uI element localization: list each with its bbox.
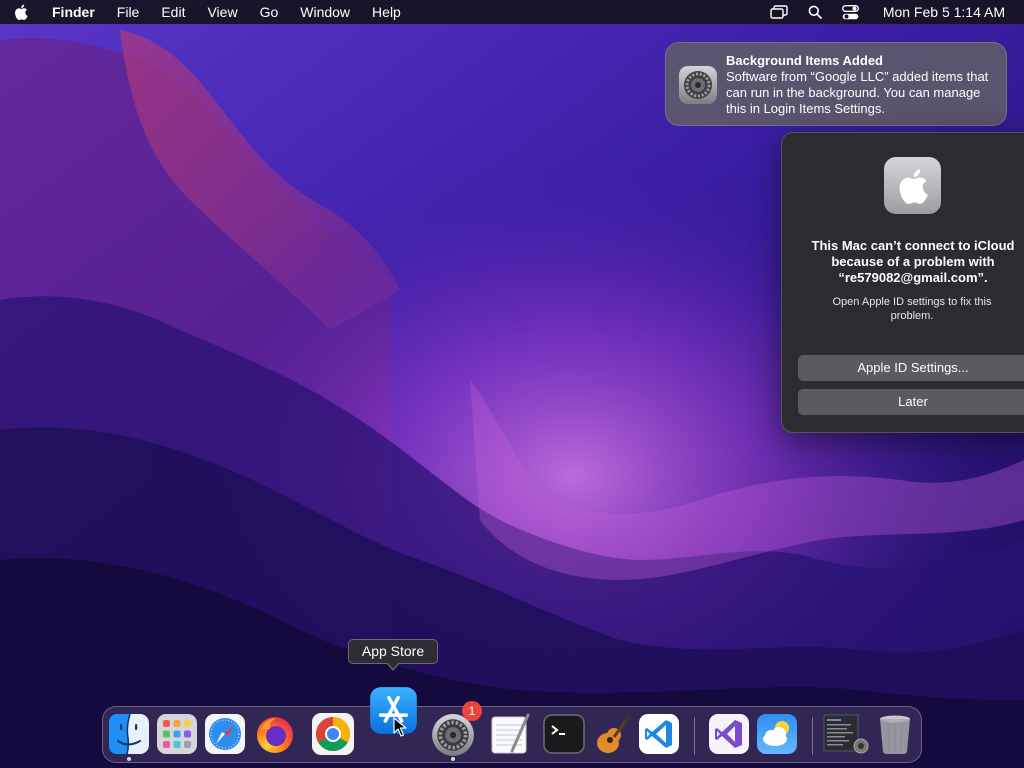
menu-edit[interactable]: Edit [161, 0, 185, 24]
visual-studio-icon[interactable] [708, 713, 750, 755]
chrome-icon[interactable] [312, 713, 354, 755]
notification-title: Background Items Added [726, 53, 883, 68]
dock-tooltip-label: App Store [361, 643, 425, 659]
notification-body: Software from “Google LLC” added items t… [726, 69, 989, 116]
firefox-icon[interactable] [254, 713, 296, 755]
apple-menu-icon[interactable] [14, 4, 40, 20]
dock-separator-2 [812, 717, 813, 755]
launchpad-icon[interactable] [156, 713, 198, 755]
weather-icon[interactable] [756, 713, 798, 755]
spotlight-search-icon[interactable] [808, 5, 822, 19]
dock-separator [694, 717, 695, 755]
menu-bar-clock[interactable]: Mon Feb 5 1:14 AM [883, 4, 1005, 20]
menu-go[interactable]: Go [260, 0, 279, 24]
apple-id-settings-button[interactable]: Apple ID Settings... [798, 355, 1024, 381]
screen-mirroring-icon[interactable] [770, 5, 788, 19]
textedit-icon[interactable] [490, 713, 532, 755]
menu-bar: Finder File Edit View Go Window Help Mon… [0, 0, 1024, 24]
apple-logo-icon [884, 157, 941, 214]
tooltip-arrow [386, 662, 400, 671]
folder-stack-icon[interactable] [823, 713, 869, 755]
vscode-icon[interactable] [638, 713, 680, 755]
finder-icon[interactable] [108, 713, 150, 755]
dock-tooltip: App Store [348, 639, 438, 671]
menu-window[interactable]: Window [300, 0, 350, 24]
garageband-icon[interactable] [592, 713, 634, 755]
later-button[interactable]: Later [798, 389, 1024, 415]
menu-app-name[interactable]: Finder [52, 0, 95, 24]
alert-title: This Mac can’t connect to iCloud because… [811, 238, 1015, 285]
menu-file[interactable]: File [117, 0, 140, 24]
system-settings-badge: 1 [462, 701, 482, 721]
menu-help[interactable]: Help [372, 0, 401, 24]
trash-icon[interactable] [875, 713, 917, 755]
icloud-alert-dialog: This Mac can’t connect to iCloud because… [781, 132, 1024, 433]
control-center-icon[interactable] [841, 4, 859, 20]
system-settings-gear-icon [678, 65, 718, 105]
terminal-icon[interactable] [543, 713, 585, 755]
alert-message: Open Apple ID settings to fix this probl… [832, 296, 992, 322]
safari-icon[interactable] [204, 713, 246, 755]
system-settings-running-dot [451, 757, 455, 761]
mouse-pointer-icon [393, 717, 407, 742]
menu-view[interactable]: View [207, 0, 237, 24]
finder-running-dot [127, 757, 131, 761]
background-items-notification[interactable]: Background Items Added Software from “Go… [665, 42, 1007, 126]
